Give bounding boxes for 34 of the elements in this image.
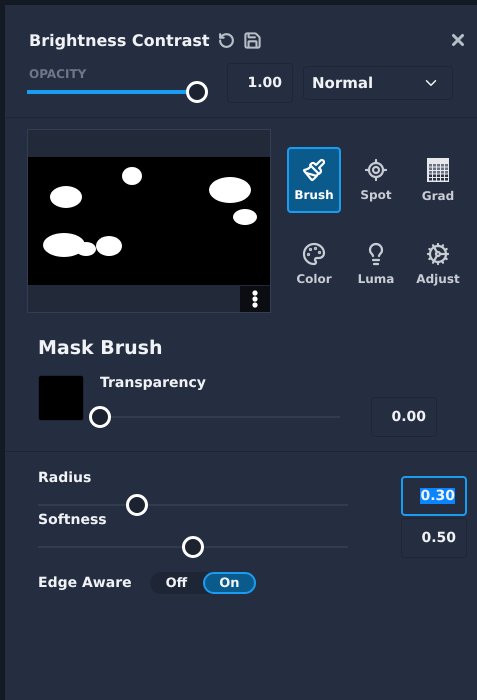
setting-label: Radius: [38, 470, 92, 486]
paintbrush-icon: [302, 158, 326, 182]
number-field[interactable]: 0.50: [401, 518, 467, 558]
opacity-label: OPACITY: [29, 67, 88, 81]
close-icon[interactable]: [449, 31, 467, 49]
toggle-option[interactable]: On: [203, 572, 256, 594]
palette-icon: [302, 242, 326, 266]
tool-button[interactable]: Luma: [349, 231, 403, 297]
color-swatch[interactable]: [38, 375, 84, 421]
tool-button[interactable]: Spot: [349, 147, 403, 213]
setting-label: Softness: [38, 512, 108, 528]
edge-aware-label: Edge Aware: [38, 575, 132, 591]
number-field[interactable]: 1.00: [227, 63, 293, 103]
transparency-label: Transparency: [100, 375, 207, 391]
number-field[interactable]: 0.00: [371, 397, 437, 437]
panel-title: Brightness Contrast: [29, 30, 210, 50]
more-button[interactable]: [240, 286, 270, 312]
tool-button[interactable]: Grad: [411, 147, 465, 213]
toggle-option[interactable]: Off: [150, 572, 204, 594]
slider-thumb[interactable]: [126, 494, 148, 516]
section-heading: Mask Brush: [37, 336, 164, 359]
blend-mode-dropdown[interactable]: Normal: [303, 66, 453, 100]
more-icon: [252, 290, 258, 308]
slider-thumb[interactable]: [89, 406, 111, 428]
reset-icon[interactable]: [218, 32, 235, 48]
save-icon[interactable]: [242, 30, 262, 50]
slider-thumb[interactable]: [182, 536, 204, 558]
tool-button[interactable]: Brush: [287, 147, 341, 213]
tool-button[interactable]: Adjust: [411, 231, 465, 297]
gears-icon: [426, 242, 450, 266]
slider-thumb[interactable]: [186, 81, 208, 103]
crosshair-icon: [364, 158, 388, 182]
grid-icon: [426, 157, 450, 183]
tool-button[interactable]: Color: [287, 231, 341, 297]
